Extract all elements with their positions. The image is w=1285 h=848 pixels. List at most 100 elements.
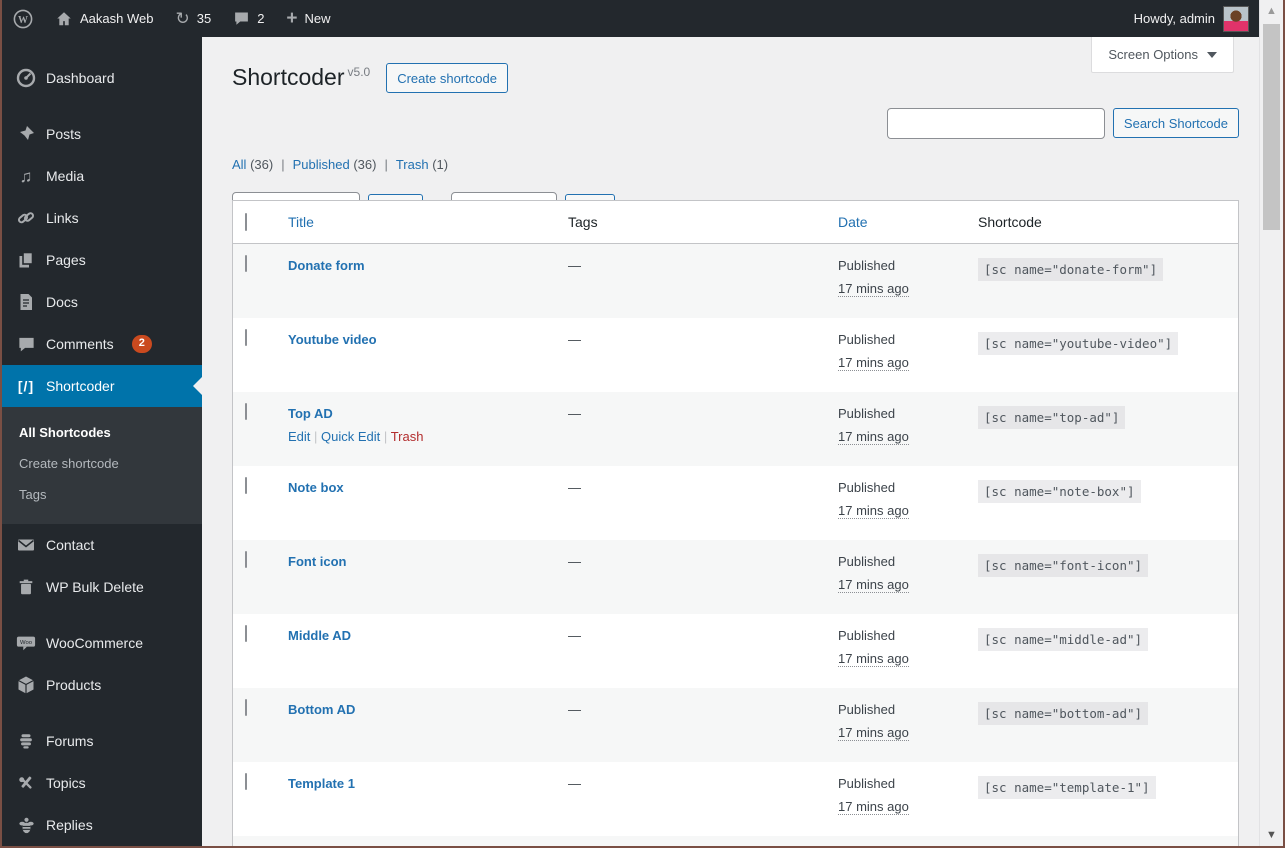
shortcode-title-link[interactable]: Template 1 xyxy=(288,776,355,791)
sidebar-item-products[interactable]: Products xyxy=(2,664,202,706)
howdy-admin-link[interactable]: Howdy, admin xyxy=(1134,11,1215,26)
row-checkbox[interactable] xyxy=(245,255,247,272)
scroll-down-arrow[interactable]: ▼ xyxy=(1260,829,1283,841)
search-shortcode-button[interactable]: Search Shortcode xyxy=(1112,108,1239,138)
menu-separator xyxy=(2,706,202,720)
woocommerce-icon: Woo xyxy=(16,633,36,653)
shortcode-snippet: [sc name="bottom-ad"] xyxy=(978,702,1149,725)
sidebar-item-forums[interactable]: Forums xyxy=(2,720,202,762)
shortcode-title-link[interactable]: Note box xyxy=(288,480,344,495)
sidebar-item-label: Pages xyxy=(46,252,86,268)
comments-menu[interactable]: 2 xyxy=(222,0,275,37)
publish-status: Published xyxy=(838,332,896,347)
row-checkbox[interactable] xyxy=(245,773,247,790)
sidebar-item-wp-bulk-delete[interactable]: WP Bulk Delete xyxy=(2,566,202,608)
sidebar-item-replies[interactable]: Replies xyxy=(2,804,202,846)
trash-bin-icon xyxy=(16,577,36,597)
publish-status: Published xyxy=(838,702,896,717)
sidebar-item-label: Shortcoder xyxy=(46,378,115,394)
shortcode-snippet: [sc name="youtube-video"] xyxy=(978,332,1179,355)
sidebar-item-docs[interactable]: Docs xyxy=(2,281,202,323)
shortcode-title-link[interactable]: Donate form xyxy=(288,258,365,273)
new-label: New xyxy=(304,11,331,26)
submenu-item-all-shortcodes[interactable]: All Shortcodes xyxy=(2,417,202,448)
comments-bubble-icon xyxy=(16,334,36,354)
scrollbar-thumb[interactable] xyxy=(1263,24,1280,230)
create-shortcode-button[interactable]: Create shortcode xyxy=(386,63,508,93)
sidebar-item-media[interactable]: ♫ Media xyxy=(2,155,202,197)
table-body: Donate form Edit | Quick Edit | Trash — … xyxy=(233,244,1238,836)
table-filler-row xyxy=(233,836,1238,846)
publish-status: Published xyxy=(838,480,896,495)
tags-cell: — xyxy=(568,258,581,273)
wordpress-logo-menu[interactable]: W xyxy=(2,0,44,37)
column-header-title[interactable]: Title xyxy=(273,214,553,230)
table-row: Donate form Edit | Quick Edit | Trash — … xyxy=(233,244,1238,318)
sidebar-item-contact[interactable]: Contact xyxy=(2,524,202,566)
sidebar-item-posts[interactable]: Posts xyxy=(2,113,202,155)
edit-link[interactable]: Edit xyxy=(288,429,310,444)
sidebar-item-label: Products xyxy=(46,677,102,693)
relative-date: 17 mins ago xyxy=(838,651,909,667)
sidebar-item-label: Docs xyxy=(46,294,78,310)
tags-cell: — xyxy=(568,554,581,569)
column-header-date[interactable]: Date xyxy=(823,214,963,230)
screen-options-tab[interactable]: Screen Options xyxy=(1091,37,1234,73)
site-name-menu[interactable]: Aakash Web xyxy=(44,0,164,37)
publish-status: Published xyxy=(838,406,896,421)
pushpin-icon xyxy=(16,124,36,144)
tags-cell: — xyxy=(568,480,581,495)
admin-sidebar: Dashboard Posts ♫ Media Links Pages Docs… xyxy=(2,37,202,846)
publish-status: Published xyxy=(838,258,896,273)
table-row: Middle AD Edit | Quick Edit | Trash — Pu… xyxy=(233,614,1238,688)
scroll-up-arrow[interactable]: ▲ xyxy=(1260,5,1283,17)
shortcode-snippet: [sc name="font-icon"] xyxy=(978,554,1149,577)
row-checkbox[interactable] xyxy=(245,625,247,642)
sidebar-item-shortcoder[interactable]: [/] Shortcoder xyxy=(2,365,202,407)
date-cell: Published 17 mins ago xyxy=(823,540,963,614)
table-row: Youtube video Edit | Quick Edit | Trash … xyxy=(233,318,1238,392)
shortcode-title-link[interactable]: Font icon xyxy=(288,554,347,569)
user-avatar xyxy=(1223,5,1249,32)
search-input[interactable] xyxy=(886,108,1105,139)
shortcode-snippet: [sc name="note-box"] xyxy=(978,480,1141,503)
shortcoder-submenu: All Shortcodes Create shortcode Tags xyxy=(2,407,202,524)
tags-cell: — xyxy=(568,628,581,643)
sidebar-item-links[interactable]: Links xyxy=(2,197,202,239)
sidebar-item-woocommerce[interactable]: Woo WooCommerce xyxy=(2,622,202,664)
row-checkbox[interactable] xyxy=(245,477,247,494)
table-header-row: Title Tags Date Shortcode xyxy=(233,201,1238,244)
select-all-checkbox[interactable] xyxy=(245,213,247,231)
tags-cell: — xyxy=(568,702,581,717)
chevron-down-icon xyxy=(1207,51,1217,58)
beehive-icon xyxy=(16,731,36,751)
app-window: W Aakash Web ↻ 35 2 + New Howdy, admin D… xyxy=(0,0,1285,848)
trash-link[interactable]: Trash xyxy=(391,429,424,444)
quick-edit-link[interactable]: Quick Edit xyxy=(321,429,380,444)
sidebar-item-label: Links xyxy=(46,210,79,226)
row-checkbox[interactable] xyxy=(245,699,247,716)
updates-menu[interactable]: ↻ 35 xyxy=(164,0,222,37)
sidebar-item-comments[interactable]: Comments 2 xyxy=(2,323,202,365)
shortcode-title-link[interactable]: Youtube video xyxy=(288,332,377,347)
shortcode-title-link[interactable]: Middle AD xyxy=(288,628,351,643)
sidebar-item-topics[interactable]: Topics xyxy=(2,762,202,804)
tags-cell: — xyxy=(568,332,581,347)
plus-icon: + xyxy=(286,7,298,29)
tools-icon xyxy=(16,773,36,793)
submenu-item-create-shortcode[interactable]: Create shortcode xyxy=(2,448,202,479)
date-cell: Published 17 mins ago xyxy=(823,244,963,318)
new-content-menu[interactable]: + New xyxy=(275,0,341,37)
sidebar-item-pages[interactable]: Pages xyxy=(2,239,202,281)
row-checkbox[interactable] xyxy=(245,551,247,568)
sidebar-item-label: Contact xyxy=(46,537,95,553)
sidebar-item-label: Media xyxy=(46,168,85,184)
sidebar-item-dashboard[interactable]: Dashboard xyxy=(2,57,202,99)
shortcode-title-link[interactable]: Bottom AD xyxy=(288,702,355,717)
shortcode-title-link[interactable]: Top AD xyxy=(288,406,333,421)
row-checkbox[interactable] xyxy=(245,329,247,346)
row-checkbox[interactable] xyxy=(245,403,247,420)
vertical-scrollbar[interactable]: ▲ ▼ xyxy=(1259,0,1283,846)
submenu-item-tags[interactable]: Tags xyxy=(2,479,202,510)
table-row: Note box Edit | Quick Edit | Trash — Pub… xyxy=(233,466,1238,540)
